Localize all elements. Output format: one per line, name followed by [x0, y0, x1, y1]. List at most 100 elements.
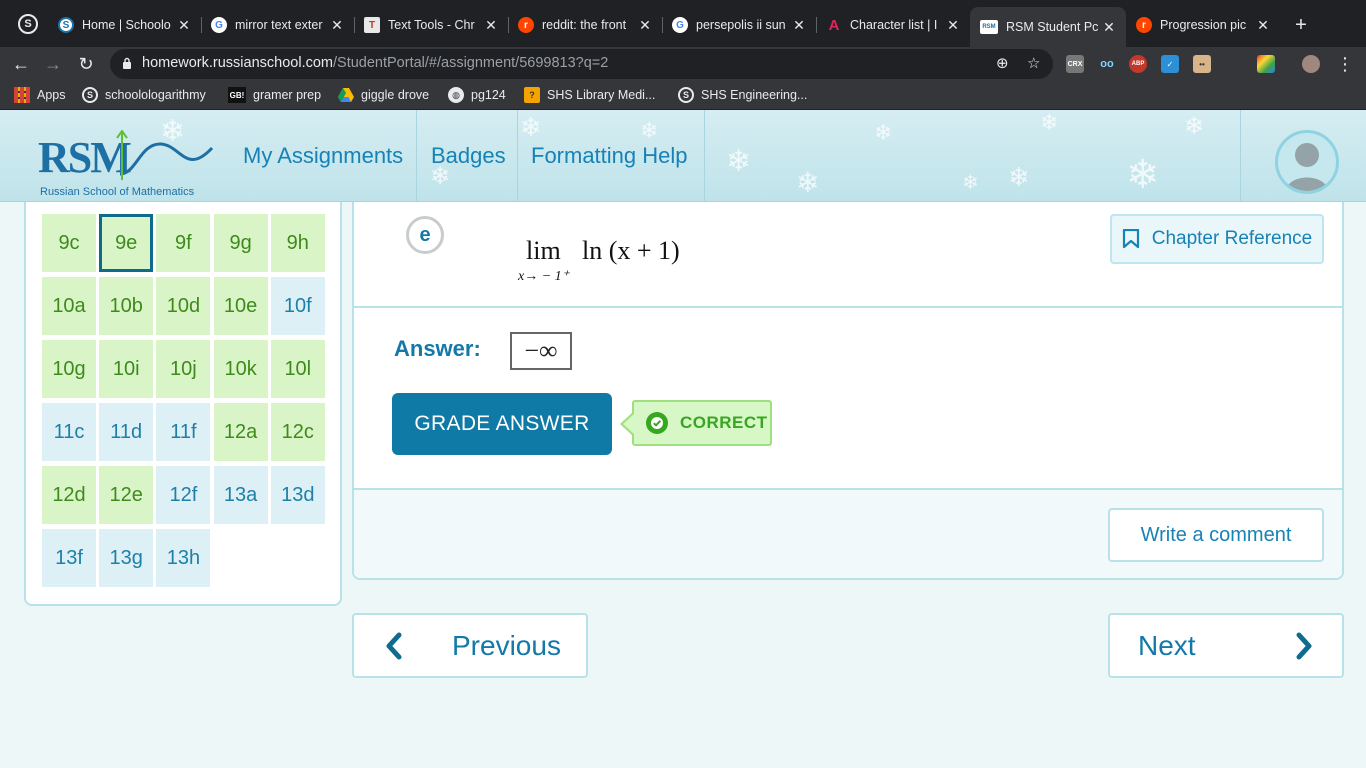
- zoom-icon[interactable]: ⊕: [996, 54, 1009, 72]
- problem-cell[interactable]: 10e: [213, 277, 268, 335]
- problem-cell[interactable]: 11d: [99, 403, 154, 461]
- tab-title: RSM Student Pc: [1006, 20, 1099, 34]
- next-button[interactable]: Next: [1108, 613, 1344, 678]
- snowflake-icon: ❄: [1040, 110, 1059, 135]
- grade-answer-label: GRADE ANSWER: [414, 412, 590, 435]
- tab-reddit[interactable]: r reddit: the front ✕: [508, 9, 663, 41]
- divider: [354, 306, 1342, 308]
- bookmark-giggle-drove[interactable]: giggle drove: [338, 87, 429, 103]
- problem-cell[interactable]: 9f: [156, 214, 211, 272]
- problem-cell[interactable]: 13g: [99, 529, 154, 587]
- close-icon[interactable]: ✕: [790, 17, 808, 34]
- lock-icon: [123, 57, 131, 69]
- problem-cell[interactable]: 12c: [270, 403, 325, 461]
- problem-cell[interactable]: 13h: [156, 529, 211, 587]
- extension-blue-icon[interactable]: ✓: [1161, 55, 1179, 73]
- nav-badges[interactable]: Badges: [417, 110, 520, 201]
- text-tools-icon: T: [364, 17, 380, 33]
- reddit-icon: r: [518, 17, 534, 33]
- problem-cell[interactable]: 12a: [213, 403, 268, 461]
- problem-cell[interactable]: 12d: [42, 466, 96, 524]
- bookmark-apps[interactable]: Apps: [14, 87, 66, 103]
- problem-cell[interactable]: 11f: [156, 403, 211, 461]
- logo-wave-icon: [116, 130, 214, 180]
- close-icon[interactable]: ✕: [1254, 17, 1272, 34]
- problem-cell[interactable]: 10j: [156, 340, 211, 398]
- close-icon[interactable]: ✕: [636, 17, 654, 34]
- bookmark-label: SHS Engineering...: [701, 88, 808, 102]
- snowflake-icon: ❄: [962, 172, 979, 194]
- answer-input[interactable]: −∞: [510, 332, 572, 370]
- glasses-extension-icon[interactable]: oo: [1098, 55, 1116, 73]
- tab-progression-pic[interactable]: r Progression pic ✕: [1126, 9, 1280, 41]
- problem-cell[interactable]: 9c: [42, 214, 96, 272]
- rsm-logo[interactable]: RSM Russian School of Mathematics: [36, 130, 226, 198]
- tab-mirror-text[interactable]: G mirror text exter ✕: [201, 9, 355, 41]
- browser-toolbar: ← → ↻ homework.russianschool.com/Student…: [0, 47, 1366, 81]
- tab-rsm-student-portal[interactable]: RSM RSM Student Pc ✕: [970, 7, 1126, 47]
- nav-divider: [704, 110, 705, 201]
- problem-navigator: 9c 9e 9f 9g 9h 10a 10b 10d 10e 10f 10g 10i 10j 10k 10l…: [24, 202, 342, 606]
- problem-cell[interactable]: 9g: [213, 214, 268, 272]
- bookmark-pg124[interactable]: ◍ pg124: [448, 87, 506, 103]
- problem-cell[interactable]: 9h: [270, 214, 325, 272]
- problem-cell[interactable]: 10b: [99, 277, 154, 335]
- bookmark-shs-engineering[interactable]: S SHS Engineering...: [678, 87, 807, 103]
- profile-avatar-icon[interactable]: [1302, 55, 1320, 73]
- problem-cell[interactable]: 10a: [42, 277, 96, 335]
- bookmark-label: giggle drove: [361, 88, 430, 102]
- site-header: ❄ ❄ ❄ ❄ ❄ ❄ ❄ ❄ ❄ ❄ ❄ ❄ RSM Russian Scho…: [0, 110, 1366, 202]
- bookmark-icon: [1122, 229, 1139, 249]
- tab-text-tools[interactable]: T Text Tools - Chr ✕: [354, 9, 509, 41]
- tab-character-list[interactable]: A Character list | I ✕: [816, 9, 970, 41]
- forward-arrow-icon[interactable]: →: [40, 51, 66, 77]
- problem-cell[interactable]: 12e: [99, 466, 154, 524]
- write-comment-button[interactable]: Write a comment: [1108, 508, 1324, 562]
- check-circle-icon: [646, 412, 668, 434]
- problem-cell[interactable]: 9e: [99, 214, 154, 272]
- address-bar[interactable]: homework.russianschool.com/StudentPortal…: [110, 49, 1053, 79]
- user-avatar[interactable]: [1275, 130, 1339, 194]
- problem-cell[interactable]: 12f: [156, 466, 211, 524]
- formula-subscript: x→ − 1⁺: [518, 269, 570, 284]
- tab-title: Character list | I: [850, 18, 938, 32]
- browser-tab-bar: S S Home | Schoolo ✕ G mirror text exter…: [0, 0, 1366, 47]
- tab-persepolis[interactable]: G persepolis ii sun ✕: [662, 9, 817, 41]
- problem-cell[interactable]: 11c: [42, 403, 96, 461]
- menu-dots-icon[interactable]: ⋮: [1332, 51, 1358, 77]
- problem-cell[interactable]: 10g: [42, 340, 96, 398]
- new-tab-icon[interactable]: +: [1291, 14, 1311, 37]
- problem-cell[interactable]: 10l: [270, 340, 325, 398]
- reload-icon[interactable]: ↻: [73, 51, 99, 77]
- grade-answer-button[interactable]: GRADE ANSWER: [392, 393, 612, 455]
- problem-cell[interactable]: 10d: [156, 277, 211, 335]
- previous-button[interactable]: Previous: [352, 613, 588, 678]
- tab-search-icon[interactable]: S: [18, 14, 38, 34]
- bookmark-shs-library[interactable]: ? SHS Library Medi...: [524, 87, 655, 103]
- close-icon[interactable]: ✕: [175, 17, 193, 34]
- back-arrow-icon[interactable]: ←: [8, 51, 34, 77]
- problem-cell[interactable]: 13d: [270, 466, 325, 524]
- bookmark-gramer-prep[interactable]: GB! gramer prep: [228, 87, 321, 103]
- adblock-plus-icon[interactable]: ABP: [1129, 55, 1147, 73]
- chapter-reference-button[interactable]: Chapter Reference: [1110, 214, 1324, 264]
- problem-cell[interactable]: 10i: [99, 340, 154, 398]
- problem-cell[interactable]: 13f: [42, 529, 96, 587]
- close-icon[interactable]: ✕: [328, 17, 346, 34]
- problem-cell[interactable]: 10k: [213, 340, 268, 398]
- star-icon[interactable]: ☆: [1027, 54, 1040, 72]
- close-icon[interactable]: ✕: [1100, 19, 1118, 36]
- nav-my-assignments[interactable]: My Assignments: [229, 110, 417, 201]
- problem-cell[interactable]: 13a: [213, 466, 268, 524]
- globe-icon: ◍: [448, 87, 464, 103]
- problem-cell[interactable]: 10f: [270, 277, 325, 335]
- crx-extension-icon[interactable]: CRX: [1066, 55, 1084, 73]
- close-icon[interactable]: ✕: [482, 17, 500, 34]
- bookmark-schoolologarithmy[interactable]: S schoolologarithmy: [82, 87, 206, 103]
- tab-schoology[interactable]: S Home | Schoolo ✕: [48, 9, 202, 41]
- url-text: homework.russianschool.com/StudentPortal…: [142, 55, 609, 71]
- extension-face-icon[interactable]: ••: [1193, 55, 1211, 73]
- color-extension-icon[interactable]: [1257, 55, 1275, 73]
- nav-formatting-help[interactable]: Formatting Help: [517, 110, 702, 201]
- close-icon[interactable]: ✕: [944, 17, 962, 34]
